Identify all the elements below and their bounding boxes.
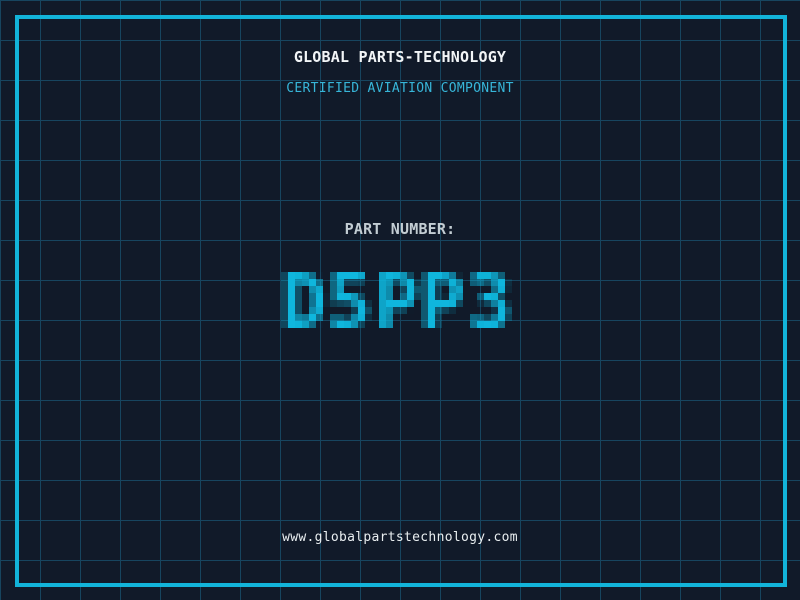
- part-number-display: [0, 258, 800, 353]
- part-number-value: [274, 258, 526, 349]
- part-number-label: PART NUMBER:: [344, 220, 456, 238]
- certification-tagline: CERTIFIED AVIATION COMPONENT: [286, 81, 514, 96]
- label-plate: GLOBAL PARTS-TECHNOLOGY CERTIFIED AVIATI…: [0, 0, 800, 600]
- website-url: www.globalpartstechnology.com: [282, 530, 518, 545]
- brand-title: GLOBAL PARTS-TECHNOLOGY: [293, 48, 507, 66]
